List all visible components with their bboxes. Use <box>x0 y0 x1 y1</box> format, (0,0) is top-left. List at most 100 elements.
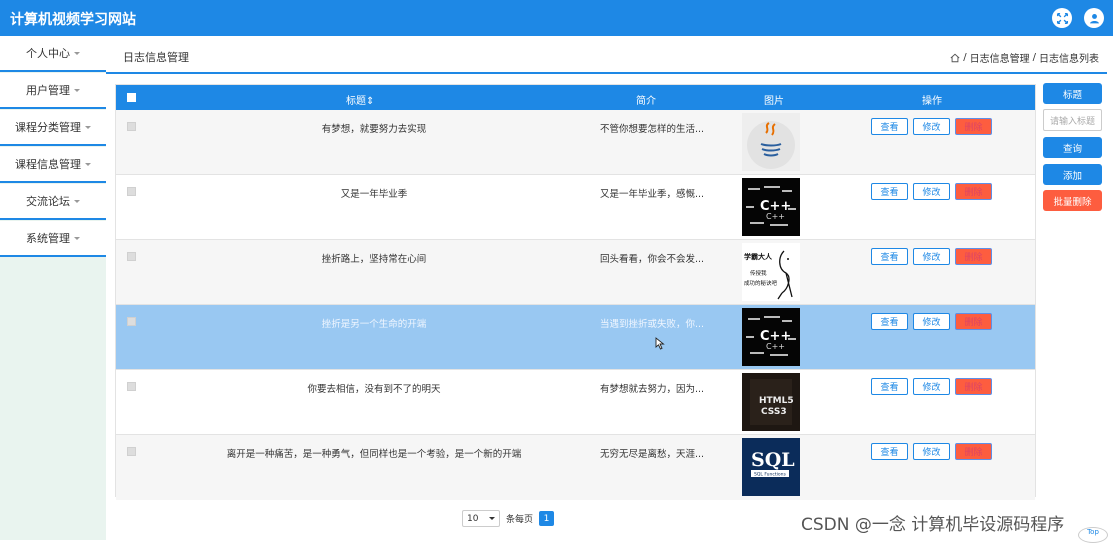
cpp-wordcloud-image: C++ C++ <box>742 178 800 236</box>
row-checkbox[interactable] <box>127 252 136 261</box>
delete-button[interactable]: 删除 <box>955 378 992 395</box>
table-row-selected[interactable]: 挫折是另一个生命的开端 当遇到挫折或失败，你... C++ C++ 查看 修改 删… <box>116 305 1035 370</box>
breadcrumb-separator: / <box>1032 52 1036 63</box>
breadcrumb-item: 日志信息列表 <box>1039 54 1099 65</box>
row-checkbox[interactable] <box>127 317 136 326</box>
search-input[interactable]: 请输入标题 <box>1043 109 1102 131</box>
html5-css3-image: HTML5 CSS3 <box>742 373 800 431</box>
row-intro: 不管你想要怎样的生活... <box>600 124 705 135</box>
breadcrumb: / 日志信息管理 / 日志信息列表 <box>950 50 1099 65</box>
back-to-top-button[interactable]: Top <box>1078 527 1108 543</box>
sidebar-item-user-management[interactable]: 用户管理 <box>0 73 106 109</box>
svg-text:成功的秘诀吧: 成功的秘诀吧 <box>744 279 778 287</box>
title-filter-button[interactable]: 标题 <box>1043 83 1102 104</box>
row-title: 又是一年毕业季 <box>340 189 408 200</box>
row-title: 挫折是另一个生命的开端 <box>321 319 427 330</box>
delete-button[interactable]: 删除 <box>955 313 992 330</box>
view-button[interactable]: 查看 <box>871 443 908 460</box>
cpp-wordcloud-image: C++ C++ <box>742 308 800 366</box>
column-intro: 简介 <box>636 96 656 107</box>
row-checkbox[interactable] <box>127 447 136 456</box>
fullscreen-icon[interactable] <box>1052 8 1072 28</box>
view-button[interactable]: 查看 <box>871 248 908 265</box>
edit-button[interactable]: 修改 <box>913 248 950 265</box>
row-intro: 回头看看，你会不会发... <box>600 254 705 265</box>
delete-button[interactable]: 删除 <box>955 248 992 265</box>
sidebar-item-label: 个人中心 <box>26 47 70 60</box>
home-icon[interactable] <box>950 53 960 63</box>
row-intro: 又是一年毕业季，感慨... <box>600 189 705 200</box>
page-size-select[interactable]: 10 <box>462 510 500 527</box>
svg-text:C++: C++ <box>766 342 785 351</box>
delete-button[interactable]: 删除 <box>955 118 992 135</box>
pagination: 10 条每页 1 <box>462 510 555 527</box>
mouse-cursor-icon <box>655 337 665 350</box>
sidebar-item-personal-center[interactable]: 个人中心 <box>0 36 106 72</box>
edit-button[interactable]: 修改 <box>913 378 950 395</box>
app-title: 计算机视频学习网站 <box>10 12 136 28</box>
sidebar: 个人中心 用户管理 课程分类管理 课程信息管理 交流论坛 系统管理 <box>0 36 106 540</box>
sidebar-item-system[interactable]: 系统管理 <box>0 221 106 257</box>
sidebar-item-label: 课程信息管理 <box>15 158 81 171</box>
query-button[interactable]: 查询 <box>1043 137 1102 158</box>
page-title: 日志信息管理 <box>123 51 189 64</box>
view-button[interactable]: 查看 <box>871 378 908 395</box>
chevron-down-icon <box>489 517 495 520</box>
sidebar-item-course-info[interactable]: 课程信息管理 <box>0 147 106 183</box>
user-icon[interactable] <box>1084 8 1104 28</box>
row-checkbox[interactable] <box>127 382 136 391</box>
table-row[interactable]: 有梦想，就要努力去实现 不管你想要怎样的生活... 查看 修改 删除 <box>116 110 1035 175</box>
caret-down-icon <box>85 125 91 129</box>
delete-button[interactable]: 删除 <box>955 443 992 460</box>
sql-functions-image: SQL SQL Functions <box>742 438 800 496</box>
batch-delete-button[interactable]: 批量删除 <box>1043 190 1102 211</box>
row-intro: 有梦想就去努力，因为... <box>600 384 705 395</box>
select-all-checkbox[interactable] <box>127 93 136 102</box>
row-checkbox[interactable] <box>127 187 136 196</box>
sidebar-item-course-category[interactable]: 课程分类管理 <box>0 110 106 146</box>
view-button[interactable]: 查看 <box>871 313 908 330</box>
watermark: CSDN @一念 计算机毕设源码程序 <box>801 515 1065 535</box>
row-intro: 无穷无尽是离愁，天涯... <box>600 449 705 460</box>
table-row[interactable]: 离开是一种痛苦，是一种勇气，但同样也是一个考验，是一个新的开端 无穷无尽是离愁，… <box>116 435 1035 500</box>
table-row[interactable]: 挫折路上，坚持常在心间 回头看看，你会不会发... 学霸大人 传授我 成功的秘诀吧 … <box>116 240 1035 305</box>
page-size-value: 10 <box>467 513 479 524</box>
add-button[interactable]: 添加 <box>1043 164 1102 185</box>
caret-down-icon <box>74 88 80 92</box>
sidebar-item-label: 系统管理 <box>26 232 70 245</box>
row-intro: 当遇到挫折或失败，你... <box>600 319 705 330</box>
breadcrumb-separator: / <box>963 52 967 63</box>
sort-icon[interactable]: ⇕ <box>366 96 374 107</box>
svg-text:传授我: 传授我 <box>750 269 767 277</box>
svg-text:学霸大人: 学霸大人 <box>744 252 773 261</box>
svg-text:C++: C++ <box>766 212 785 221</box>
table-row[interactable]: 你要去相信，没有到不了的明天 有梦想就去努力，因为... HTML5 CSS3 查… <box>116 370 1035 435</box>
view-button[interactable]: 查看 <box>871 183 908 200</box>
java-logo-icon <box>742 113 800 171</box>
table-row[interactable]: 又是一年毕业季 又是一年毕业季，感慨... C++ C++ 查看 修改 删除 <box>116 175 1035 240</box>
row-checkbox[interactable] <box>127 122 136 131</box>
view-button[interactable]: 查看 <box>871 118 908 135</box>
per-page-label: 条每页 <box>506 515 534 525</box>
edit-button[interactable]: 修改 <box>913 118 950 135</box>
column-actions: 操作 <box>922 96 942 107</box>
page-number-current[interactable]: 1 <box>539 511 555 526</box>
sidebar-item-label: 课程分类管理 <box>15 121 81 134</box>
log-table: 标题⇕ 简介 图片 操作 有梦想，就要努力去实现 不管你想要怎样的生活... 查… <box>115 84 1036 500</box>
row-title: 挫折路上，坚持常在心间 <box>321 254 427 265</box>
sketch-figure-image: 学霸大人传授我成功的秘诀吧 <box>742 243 800 301</box>
column-title[interactable]: 标题⇕ <box>346 92 374 107</box>
edit-button[interactable]: 修改 <box>913 183 950 200</box>
row-title: 离开是一种痛苦，是一种勇气，但同样也是一个考验，是一个新的开端 <box>226 449 522 460</box>
delete-button[interactable]: 删除 <box>955 183 992 200</box>
edit-button[interactable]: 修改 <box>913 313 950 330</box>
caret-down-icon <box>74 51 80 55</box>
svg-text:SQL Functions: SQL Functions <box>754 472 786 478</box>
caret-down-icon <box>74 236 80 240</box>
breadcrumb-item[interactable]: 日志信息管理 <box>970 50 1030 65</box>
table-header: 标题⇕ 简介 图片 操作 <box>116 85 1035 110</box>
sidebar-item-forum[interactable]: 交流论坛 <box>0 184 106 220</box>
edit-button[interactable]: 修改 <box>913 443 950 460</box>
column-image: 图片 <box>764 96 784 107</box>
page-header: 日志信息管理 / 日志信息管理 / 日志信息列表 <box>106 36 1107 74</box>
